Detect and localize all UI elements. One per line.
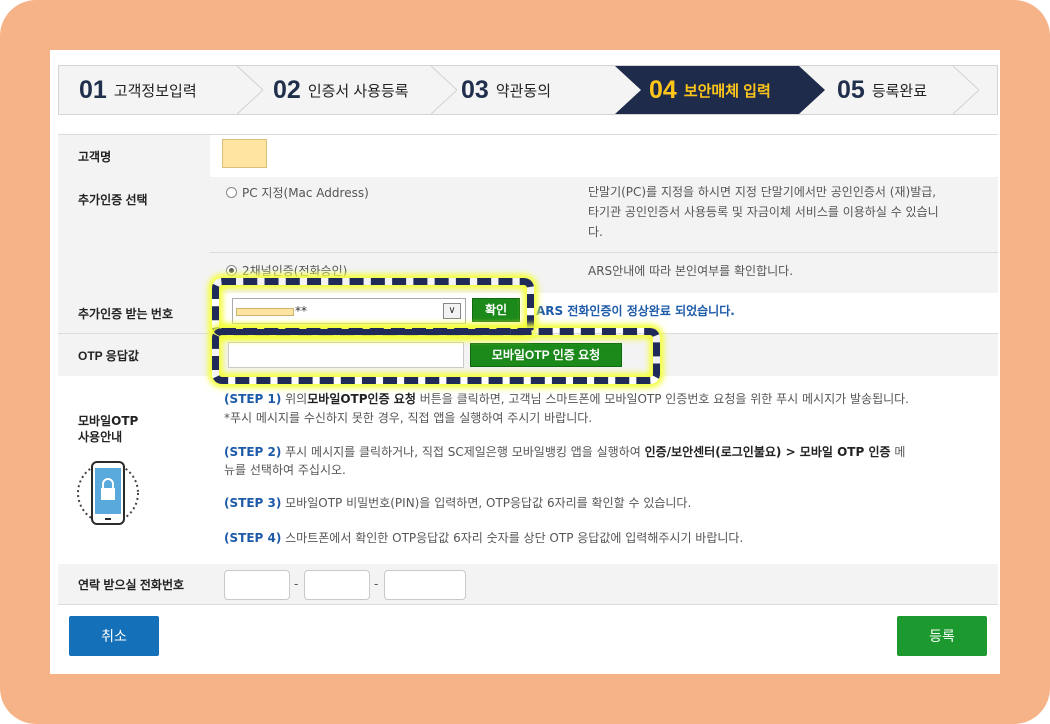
pc-option-desc: 다.	[588, 225, 603, 239]
step1-text-b: 버튼을 클릭하면, 고객님 스마트폰에 모바일OTP 인증번호 요청을 위한 푸…	[415, 392, 909, 406]
contact-phone-label: 연락 받으실 전화번호	[78, 577, 185, 592]
step1-bold: 모바일OTP인증 요청	[307, 392, 416, 406]
chevron-divider-icon	[431, 66, 457, 114]
step3-text-a: 모바일OTP 비밀번호(PIN)을 입력하면, OTP응답값 6자리를 확인할 …	[281, 496, 692, 510]
step-4-active: 04 보안매체 입력	[649, 66, 771, 114]
step-label: 보안매체 입력	[683, 82, 771, 100]
step2-text-b: 메	[890, 445, 906, 459]
step1-text-a: 위의	[281, 392, 308, 406]
step4-text: (STEP 4) 스마트폰에서 확인한 OTP응답값 6자리 숫자를 상단 OT…	[224, 529, 743, 547]
step2-bold: 인증/보안센터(로그인불요) > 모바일 OTP 인증	[644, 445, 891, 459]
ars-option-desc: ARS안내에 따라 본인여부를 확인합니다.	[588, 264, 794, 278]
step2-text-a: 푸시 메시지를 클릭하거나, 직접 SC제일은행 모바일뱅킹 앱을 실행하여	[281, 445, 645, 459]
chevron-divider-icon	[237, 66, 263, 114]
chevron-divider-icon	[953, 66, 979, 114]
step2-text: (STEP 2) 푸시 메시지를 클릭하거나, 직접 SC제일은행 모바일뱅킹 …	[224, 443, 905, 461]
extra-number-label: 추가인증 받는 번호	[58, 293, 210, 333]
step-label: 고객정보입력	[113, 82, 197, 100]
step-number: 04	[649, 75, 677, 104]
step4-tag: (STEP 4)	[224, 531, 282, 545]
progress-steps: 01 고객정보입력 02 인증서 사용등록 03 약관동의 04 보안매체 입력 05 등…	[58, 65, 998, 115]
phone-separator: -	[374, 577, 379, 591]
phone-part-2-input[interactable]	[304, 570, 370, 600]
step-1: 01 고객정보입력	[79, 66, 197, 114]
pc-option-desc: 타기관 공인인증서 사용등록 및 자금이체 서비스를 이용하실 수 있습니	[588, 205, 939, 219]
ars-complete-message: ARS 전화인증이 정상완료 되었습니다.	[536, 304, 735, 318]
pc-option-radio[interactable]	[226, 187, 237, 198]
step3-text: (STEP 3) 모바일OTP 비밀번호(PIN)을 입력하면, OTP응답값 …	[224, 494, 691, 512]
divider	[58, 604, 998, 605]
ars-option-radio[interactable]	[226, 265, 237, 276]
step2-text-c: 뉴를 선택하여 주십시오.	[224, 463, 346, 477]
step1-text: (STEP 1) 위의모바일OTP인증 요청 버튼을 클릭하면, 고객님 스마트…	[224, 390, 909, 408]
step-5: 05 등록완료	[837, 66, 927, 114]
step-2: 02 인증서 사용등록	[273, 66, 409, 114]
step-number: 01	[79, 75, 107, 104]
cancel-button[interactable]: 취소	[69, 616, 159, 656]
row-contact-phone: 연락 받으실 전화번호	[58, 564, 998, 604]
phone-separator: -	[294, 577, 299, 591]
step1-note: *푸시 메시지를 수신하지 못한 경우, 직접 앱을 실행하여 주시기 바랍니다…	[224, 411, 593, 425]
customer-name-value	[222, 139, 267, 168]
step-number: 03	[461, 75, 489, 104]
pc-option-label: PC 지정(Mac Address)	[242, 186, 369, 200]
row-customer-name: 고객명	[58, 135, 998, 177]
divider	[210, 252, 998, 253]
step3-tag: (STEP 3)	[224, 496, 282, 510]
otp-label: OTP 응답값	[78, 348, 139, 363]
extra-auth-label: 추가인증 선택	[78, 193, 148, 207]
register-button[interactable]: 등록	[897, 616, 987, 656]
step2-tag: (STEP 2)	[224, 445, 282, 459]
step4-text-a: 스마트폰에서 확인한 OTP응답값 6자리 숫자를 상단 OTP 응답값에 입력…	[281, 531, 744, 545]
step-number: 02	[273, 75, 301, 104]
customer-name-label: 고객명	[58, 135, 210, 177]
phone-part-3-input[interactable]	[384, 570, 466, 600]
step-label: 약관동의	[495, 82, 552, 100]
phone-part-1-input[interactable]	[224, 570, 290, 600]
step1-tag: (STEP 1)	[224, 392, 282, 406]
step-3: 03 약관동의	[461, 66, 551, 114]
mobile-lock-icon	[77, 461, 139, 525]
step-label: 등록완료	[871, 82, 928, 100]
step-number: 05	[837, 75, 865, 104]
pc-option-desc: 단말기(PC)를 지정을 하시면 지정 단말기에서만 공인인증서 (재)발급,	[588, 185, 937, 199]
mobile-otp-guide-title: 사용안내	[78, 430, 123, 444]
step-label: 인증서 사용등록	[307, 82, 409, 100]
